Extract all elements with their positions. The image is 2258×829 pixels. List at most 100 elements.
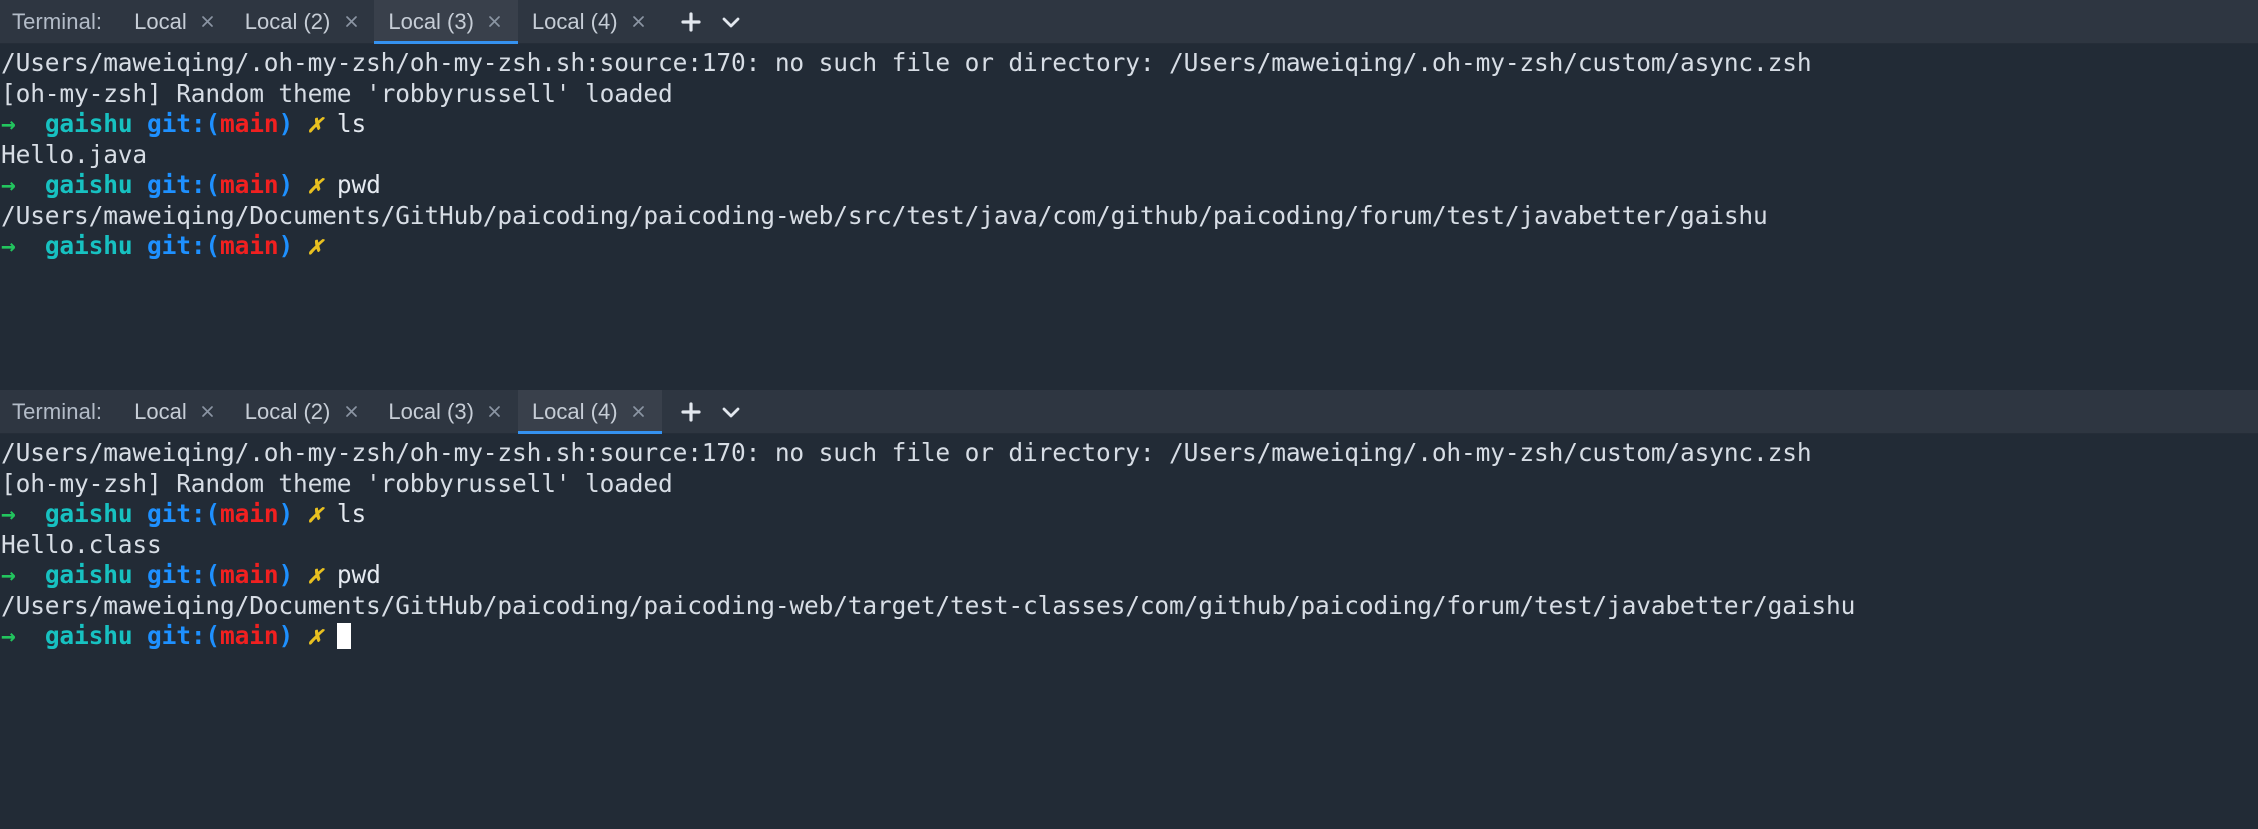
terminal-output-line: /Users/maweiqing/Documents/GitHub/paicod… bbox=[0, 591, 2258, 622]
prompt-directory: gaishu bbox=[44, 560, 133, 589]
terminal-prompt-line: → gaishu git:(main) ✗ pwd bbox=[0, 560, 2258, 591]
prompt-command[interactable]: ls bbox=[337, 499, 366, 528]
prompt-git-close: ) bbox=[278, 560, 294, 589]
tab-local[interactable]: Local bbox=[120, 390, 231, 433]
prompt-git-open: git:( bbox=[147, 499, 221, 528]
prompt-arrow-icon: → bbox=[1, 109, 16, 138]
chevron-down-icon[interactable] bbox=[714, 5, 748, 39]
output-text: /Users/maweiqing/Documents/GitHub/paicod… bbox=[1, 200, 1768, 230]
tab-local-3[interactable]: Local (3) bbox=[374, 0, 518, 44]
prompt-arrow-icon: → bbox=[1, 621, 16, 650]
tab-title: Local bbox=[134, 8, 187, 34]
prompt-arrow-icon: → bbox=[1, 170, 16, 199]
terminal-output-line: /Users/maweiqing/.oh-my-zsh/oh-my-zsh.sh… bbox=[0, 48, 2258, 79]
prompt-dirty-marker: ✗ bbox=[307, 560, 323, 589]
prompt-git-branch: main bbox=[220, 499, 279, 528]
prompt-git-open: git:( bbox=[147, 231, 221, 260]
tab-local-4[interactable]: Local (4) bbox=[517, 390, 662, 434]
text-cursor bbox=[336, 623, 351, 649]
tab-title: Local (4) bbox=[531, 398, 618, 424]
output-text: [oh-my-zsh] Random theme 'robbyrussell' … bbox=[1, 78, 673, 108]
prompt-git-branch: main bbox=[220, 621, 279, 650]
prompt-arrow-icon: → bbox=[1, 231, 16, 260]
prompt-directory: gaishu bbox=[44, 499, 133, 528]
prompt-command[interactable]: pwd bbox=[337, 560, 381, 589]
close-icon[interactable] bbox=[486, 13, 504, 31]
terminal-prompt-line: → gaishu git:(main) ✗ ls bbox=[0, 109, 2258, 140]
prompt-directory: gaishu bbox=[44, 621, 133, 650]
close-icon[interactable] bbox=[630, 403, 648, 421]
prompt-git-close: ) bbox=[278, 109, 294, 138]
tab-bar-actions bbox=[662, 390, 748, 433]
tab-title: Local (2) bbox=[244, 8, 331, 34]
tab-title: Local (2) bbox=[244, 398, 331, 424]
close-icon[interactable] bbox=[342, 403, 360, 421]
prompt-git-close: ) bbox=[278, 231, 294, 260]
output-text: /Users/maweiqing/.oh-my-zsh/oh-my-zsh.sh… bbox=[1, 438, 1812, 467]
prompt-command[interactable]: pwd bbox=[337, 170, 381, 199]
prompt-dirty-marker: ✗ bbox=[307, 170, 323, 199]
tab-title: Local bbox=[134, 398, 187, 424]
output-text: Hello.java bbox=[1, 139, 148, 169]
terminal-output-line: Hello.java bbox=[0, 140, 2258, 171]
tab-local-3[interactable]: Local (3) bbox=[374, 390, 518, 433]
terminal-prompt-line: → gaishu git:(main) ✗ pwd bbox=[0, 170, 2258, 201]
close-icon[interactable] bbox=[342, 13, 360, 31]
prompt-git-open: git:( bbox=[147, 560, 221, 589]
prompt-directory: gaishu bbox=[44, 170, 133, 199]
terminal-output-line: /Users/maweiqing/Documents/GitHub/paicod… bbox=[0, 201, 2258, 232]
prompt-dirty-marker: ✗ bbox=[307, 109, 323, 138]
tab-bar-actions bbox=[662, 0, 748, 43]
terminal-output-line: Hello.class bbox=[0, 530, 2258, 561]
prompt-dirty-marker: ✗ bbox=[307, 621, 323, 650]
terminal-output-line: [oh-my-zsh] Random theme 'robbyrussell' … bbox=[0, 79, 2258, 110]
terminal-panel-1: Terminal: Local Local (2) Local (3) Local (4… bbox=[0, 0, 2258, 390]
terminal-label: Terminal: bbox=[12, 398, 103, 424]
terminal-panel-2: Terminal: Local Local (2) Local (3) Local (4… bbox=[0, 390, 2258, 829]
prompt-git-open: git:( bbox=[147, 170, 221, 199]
add-tab-icon[interactable] bbox=[674, 5, 708, 39]
output-text: /Users/maweiqing/.oh-my-zsh/oh-my-zsh.sh… bbox=[1, 48, 1812, 77]
output-text: /Users/maweiqing/Documents/GitHub/paicod… bbox=[1, 590, 1856, 620]
terminal-tab-bar: Terminal: Local Local (2) Local (3) Local (4… bbox=[0, 0, 2258, 44]
tab-title: Local (4) bbox=[531, 8, 618, 34]
close-icon[interactable] bbox=[630, 13, 648, 31]
close-icon[interactable] bbox=[486, 403, 504, 421]
output-text: [oh-my-zsh] Random theme 'robbyrussell' … bbox=[1, 468, 673, 498]
tab-local[interactable]: Local bbox=[120, 0, 231, 43]
prompt-git-open: git:( bbox=[147, 109, 221, 138]
close-icon[interactable] bbox=[199, 403, 217, 421]
prompt-dirty-marker: ✗ bbox=[307, 231, 323, 260]
prompt-directory: gaishu bbox=[44, 109, 133, 138]
prompt-git-close: ) bbox=[278, 621, 294, 650]
chevron-down-icon[interactable] bbox=[714, 395, 748, 429]
tab-local-4[interactable]: Local (4) bbox=[518, 0, 662, 43]
terminal-prompt-line: → gaishu git:(main) ✗ bbox=[0, 621, 2258, 652]
prompt-command[interactable]: ls bbox=[337, 109, 366, 138]
tab-title: Local (3) bbox=[388, 398, 474, 424]
terminal-label: Terminal: bbox=[12, 8, 103, 34]
prompt-git-open: git:( bbox=[147, 621, 221, 650]
prompt-arrow-icon: → bbox=[1, 560, 16, 589]
terminal-output-line: /Users/maweiqing/.oh-my-zsh/oh-my-zsh.sh… bbox=[0, 438, 2258, 469]
prompt-git-branch: main bbox=[220, 231, 279, 260]
tab-local-2[interactable]: Local (2) bbox=[231, 390, 375, 433]
terminal-screen: Terminal: Local Local (2) Local (3) Local (4… bbox=[0, 0, 2258, 829]
terminal-output-line: [oh-my-zsh] Random theme 'robbyrussell' … bbox=[0, 469, 2258, 500]
prompt-git-close: ) bbox=[278, 170, 294, 199]
prompt-dirty-marker: ✗ bbox=[307, 499, 323, 528]
prompt-git-branch: main bbox=[220, 109, 279, 138]
terminal-prompt-line: → gaishu git:(main) ✗ bbox=[0, 231, 2258, 262]
terminal-prompt-line: → gaishu git:(main) ✗ ls bbox=[0, 499, 2258, 530]
terminal-output-area[interactable]: /Users/maweiqing/.oh-my-zsh/oh-my-zsh.sh… bbox=[0, 434, 2258, 829]
add-tab-icon[interactable] bbox=[674, 395, 708, 429]
terminal-output-area[interactable]: /Users/maweiqing/.oh-my-zsh/oh-my-zsh.sh… bbox=[0, 44, 2258, 390]
tab-title: Local (3) bbox=[388, 8, 474, 34]
prompt-directory: gaishu bbox=[44, 231, 133, 260]
prompt-arrow-icon: → bbox=[1, 499, 16, 528]
output-text: Hello.class bbox=[1, 529, 162, 559]
prompt-git-close: ) bbox=[278, 499, 294, 528]
close-icon[interactable] bbox=[199, 13, 217, 31]
tab-local-2[interactable]: Local (2) bbox=[231, 0, 375, 43]
prompt-git-branch: main bbox=[220, 170, 279, 199]
